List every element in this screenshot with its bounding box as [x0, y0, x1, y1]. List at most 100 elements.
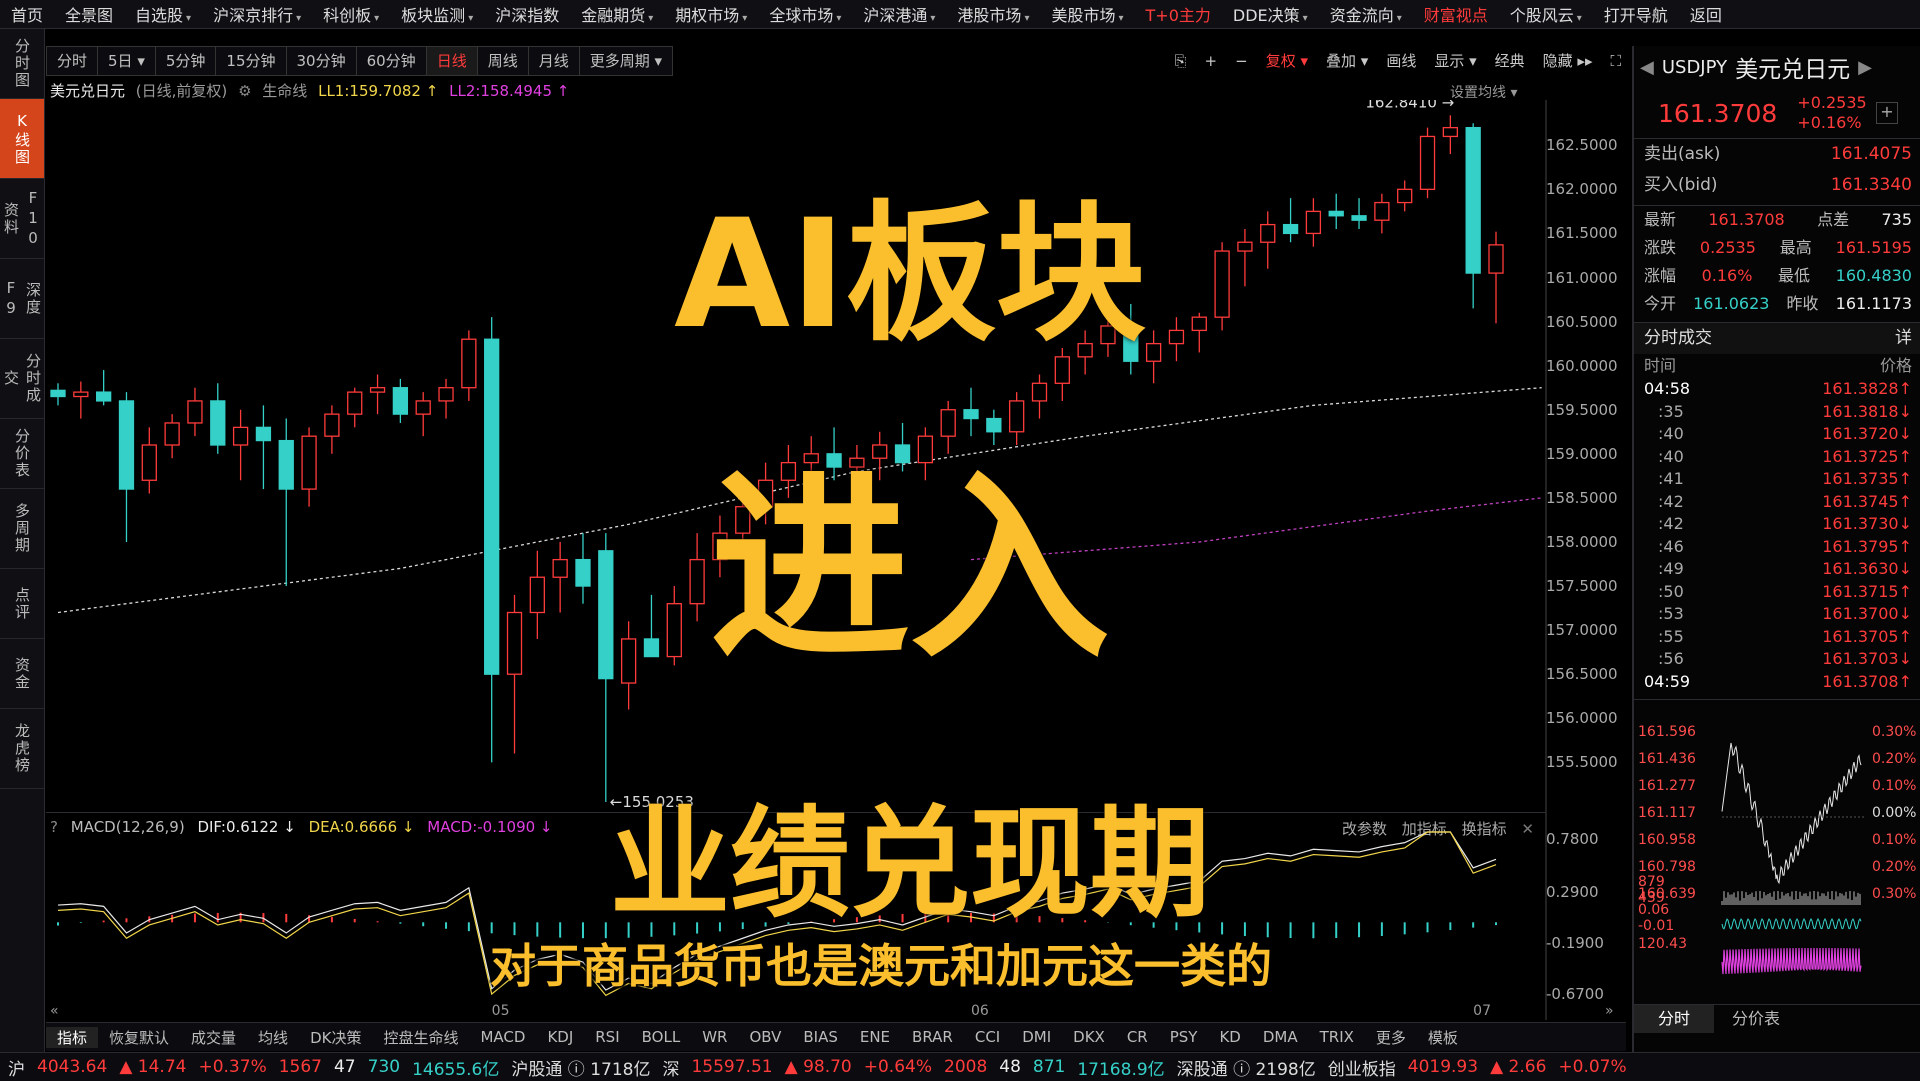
- indicator-tab[interactable]: ENE: [849, 1028, 901, 1046]
- ma-setting-button[interactable]: 设置均线 ▾: [1450, 82, 1517, 102]
- sidebar-item[interactable]: K线图: [0, 99, 44, 179]
- chart-tool-button[interactable]: 隐藏 ▸▸: [1534, 47, 1602, 75]
- sidebar-item[interactable]: 资金: [0, 639, 44, 709]
- sidebar-item[interactable]: 点评: [0, 569, 44, 639]
- tab-intraday[interactable]: 分时: [1634, 1005, 1715, 1033]
- nav-item[interactable]: 返回: [1679, 2, 1733, 26]
- indicator-tab[interactable]: 均线: [247, 1027, 299, 1048]
- cyb-index[interactable]: 4019.93: [1408, 1057, 1478, 1077]
- nav-item[interactable]: 资金流向 ▾: [1319, 2, 1413, 26]
- intraday-mini-chart[interactable]: 161.596 161.436 161.277 161.117 160.958 160.7…: [1634, 688, 1920, 1000]
- indicator-tab[interactable]: TRIX: [1309, 1028, 1365, 1046]
- nav-item[interactable]: 个股风云 ▾: [1499, 2, 1593, 26]
- chart-tool-button[interactable]: 叠加 ▾: [1317, 47, 1377, 75]
- nav-item[interactable]: 全球市场 ▾: [758, 2, 852, 26]
- indicator-tab[interactable]: 指标: [46, 1026, 99, 1048]
- top-nav: 首页 全景图 自选股 ▾ 沪深京排行 ▾ 科创板 ▾ 板块监测 ▾ 沪深指数 金融期货 ▾ 期权市场 ▾ 全球…: [0, 0, 1920, 29]
- sidebar-item[interactable]: 深度F9: [0, 259, 44, 339]
- candle: [1009, 392, 1025, 445]
- indicator-tab[interactable]: DMI: [1011, 1028, 1062, 1046]
- prev-symbol-icon[interactable]: ◀: [1640, 57, 1654, 78]
- nav-item[interactable]: 全景图: [54, 2, 124, 26]
- period-tab[interactable]: 60分钟: [356, 46, 427, 76]
- chart-tool-button[interactable]: 复权 ▾: [1257, 47, 1317, 75]
- high-annotation: 162.8410 →: [1365, 100, 1454, 111]
- period-tab[interactable]: 周线: [477, 46, 529, 76]
- nav-item[interactable]: 首页: [0, 2, 54, 26]
- next-symbol-icon[interactable]: ▶: [1858, 57, 1872, 78]
- indicator-tab[interactable]: BIAS: [792, 1028, 849, 1046]
- trades-detail-button[interactable]: 详: [1895, 323, 1912, 354]
- indicator-tab[interactable]: DKX: [1062, 1028, 1116, 1046]
- indicator-tab[interactable]: 模板: [1417, 1027, 1469, 1048]
- nav-item[interactable]: 港股市场 ▾: [946, 2, 1040, 26]
- chart-tool-button[interactable]: −: [1226, 47, 1257, 75]
- chart-tool-button[interactable]: +: [1196, 47, 1227, 75]
- indicator-tab[interactable]: MACD: [469, 1028, 536, 1046]
- nav-item-label: 期权市场: [675, 6, 740, 25]
- indicator-tab[interactable]: DMA: [1252, 1028, 1309, 1046]
- indicator-tab[interactable]: 控盘生命线: [372, 1027, 469, 1048]
- nav-item[interactable]: 沪深港通 ▾: [852, 2, 946, 26]
- settings-gear-icon[interactable]: ⚙: [238, 82, 251, 100]
- chart-tool-button[interactable]: ⎘: [1166, 47, 1196, 75]
- sgt-flow[interactable]: 深股通 ⓘ 2198亿: [1177, 1055, 1316, 1080]
- nav-item[interactable]: 打开导航: [1593, 2, 1679, 26]
- scroll-left-icon[interactable]: «: [50, 1003, 59, 1019]
- chart-tool-button[interactable]: 经典: [1486, 47, 1534, 75]
- indicator-tab[interactable]: 更多: [1365, 1027, 1417, 1048]
- period-tab[interactable]: 月线: [528, 46, 580, 76]
- candle: [96, 370, 112, 406]
- period-tab[interactable]: 15分钟: [216, 46, 287, 76]
- hgt-flow[interactable]: 沪股通 ⓘ 1718亿: [511, 1055, 650, 1080]
- indicator-tab[interactable]: 恢复默认: [98, 1027, 180, 1048]
- indicator-tab[interactable]: BRAR: [901, 1028, 964, 1046]
- x-label: 06: [971, 1003, 989, 1019]
- sidebar-item[interactable]: 分时图: [0, 29, 44, 99]
- indicator-tab[interactable]: WR: [691, 1028, 738, 1046]
- candle: [392, 378, 409, 423]
- indicator-tab[interactable]: RSI: [584, 1028, 630, 1046]
- sidebar-item[interactable]: 分价表: [0, 419, 44, 489]
- add-watchlist-icon[interactable]: +: [1876, 102, 1898, 124]
- chart-tool-button[interactable]: ⛶: [1601, 47, 1630, 75]
- nav-item[interactable]: 板块监测 ▾: [390, 2, 484, 26]
- nav-item[interactable]: 金融期货 ▾: [570, 2, 664, 26]
- nav-item-label: 板块监测: [401, 6, 466, 25]
- period-tab[interactable]: 5日 ▾: [98, 46, 156, 76]
- sidebar-item[interactable]: 多周期: [0, 489, 44, 569]
- period-tab[interactable]: 5分钟: [155, 46, 217, 76]
- chart-tool-button[interactable]: 画线: [1377, 47, 1425, 75]
- period-tab[interactable]: 日线: [426, 46, 478, 76]
- indicator-tab[interactable]: PSY: [1159, 1028, 1209, 1046]
- tab-price-table[interactable]: 分价表: [1714, 1005, 1798, 1033]
- nav-item[interactable]: 自选股 ▾: [124, 2, 202, 26]
- nav-item[interactable]: 美股市场 ▾: [1040, 2, 1134, 26]
- period-tab[interactable]: 30分钟: [286, 46, 357, 76]
- sh-index[interactable]: 4043.64: [37, 1057, 107, 1077]
- period-tab[interactable]: 更多周期 ▾: [579, 46, 674, 76]
- sidebar-item[interactable]: 分时成交: [0, 339, 44, 419]
- indicator-tab[interactable]: KDJ: [536, 1028, 584, 1046]
- nav-item[interactable]: 科创板 ▾: [312, 2, 390, 26]
- indicator-tab[interactable]: BOLL: [631, 1028, 692, 1046]
- indicator-tab[interactable]: CCI: [964, 1028, 1011, 1046]
- nav-item[interactable]: 沪深指数: [484, 2, 570, 26]
- indicator-tab[interactable]: CR: [1116, 1028, 1159, 1046]
- sidebar-item[interactable]: F10资料: [0, 179, 44, 259]
- indicator-tab[interactable]: 成交量: [180, 1027, 247, 1048]
- candle: [301, 427, 317, 507]
- nav-item[interactable]: T+0主力: [1135, 2, 1222, 26]
- indicator-tab[interactable]: DK决策: [299, 1027, 372, 1048]
- trades-list[interactable]: 04:58 161.3828↑:35 161.3818↓:40 161.3720↓:4…: [1634, 378, 1920, 693]
- nav-item[interactable]: 期权市场 ▾: [664, 2, 758, 26]
- sidebar-item[interactable]: 龙虎榜: [0, 709, 44, 789]
- indicator-tab[interactable]: KD: [1208, 1028, 1251, 1046]
- nav-item[interactable]: DDE决策 ▾: [1222, 2, 1319, 26]
- nav-item[interactable]: 沪深京排行 ▾: [202, 2, 312, 26]
- sz-index[interactable]: 15597.51: [691, 1057, 772, 1077]
- chart-tool-button[interactable]: 显示 ▾: [1425, 47, 1485, 75]
- period-tab[interactable]: 分时: [46, 46, 99, 76]
- nav-item[interactable]: 财富视点: [1413, 2, 1499, 26]
- indicator-tab[interactable]: OBV: [738, 1028, 792, 1046]
